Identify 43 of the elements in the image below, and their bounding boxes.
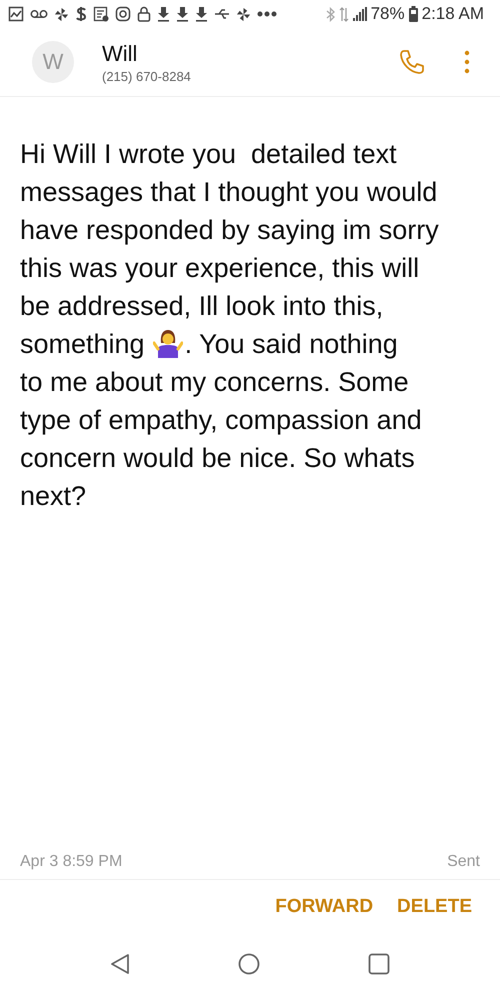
- dollar-icon: [75, 6, 87, 22]
- home-icon[interactable]: [238, 953, 260, 975]
- data-arrows-icon: [338, 6, 349, 22]
- battery-percent: 78%: [370, 4, 405, 24]
- message-line: concern would be nice. So whats: [20, 442, 415, 475]
- signal-icon: [352, 7, 367, 21]
- voicemail-icon: [30, 9, 48, 19]
- download-icon: [176, 6, 189, 22]
- message-line: have responded by saying im sorry: [20, 214, 439, 247]
- message-line: . You said nothing: [184, 328, 398, 361]
- document-icon: [93, 6, 109, 22]
- phone-icon[interactable]: [398, 48, 426, 76]
- message-line: Hi Will I wrote you detailed text: [20, 138, 397, 171]
- contact-phone: (215) 670-8284: [102, 68, 192, 84]
- delivery-status: Sent: [447, 853, 480, 871]
- image-icon: [8, 6, 24, 22]
- pinwheel-icon: [236, 6, 251, 22]
- bluetooth-icon: [326, 6, 335, 22]
- download-icon: [195, 6, 208, 22]
- more-notifications-icon: [257, 11, 277, 17]
- message-line: next?: [20, 480, 86, 513]
- lock-icon: [137, 6, 151, 22]
- contact-name: Will: [102, 40, 138, 66]
- pinwheel-icon: [54, 6, 69, 22]
- message-line: messages that I thought you would: [20, 176, 438, 209]
- message-line: this was your experience, this will: [20, 252, 420, 285]
- message-line: something: [20, 328, 145, 361]
- download-icon: [157, 6, 170, 22]
- forward-button[interactable]: FORWARD: [275, 896, 374, 918]
- message-line: type of empathy, compassion and: [20, 404, 422, 437]
- more-options-icon[interactable]: [464, 50, 470, 74]
- usb-icon: [214, 8, 230, 20]
- message-line: be addressed, Ill look into this,: [20, 290, 384, 323]
- message-timestamp: Apr 3 8:59 PM: [20, 853, 122, 871]
- camera-icon: [115, 6, 131, 22]
- contact-avatar: W: [32, 41, 74, 83]
- recent-apps-icon[interactable]: [368, 953, 390, 975]
- battery-icon: [408, 6, 418, 22]
- back-icon[interactable]: [110, 953, 130, 975]
- delete-button[interactable]: DELETE: [397, 896, 472, 918]
- shrugging-person-icon: [152, 329, 183, 359]
- clock-time: 2:18 AM: [422, 4, 484, 24]
- message-line: to me about my concerns. Some: [20, 366, 409, 399]
